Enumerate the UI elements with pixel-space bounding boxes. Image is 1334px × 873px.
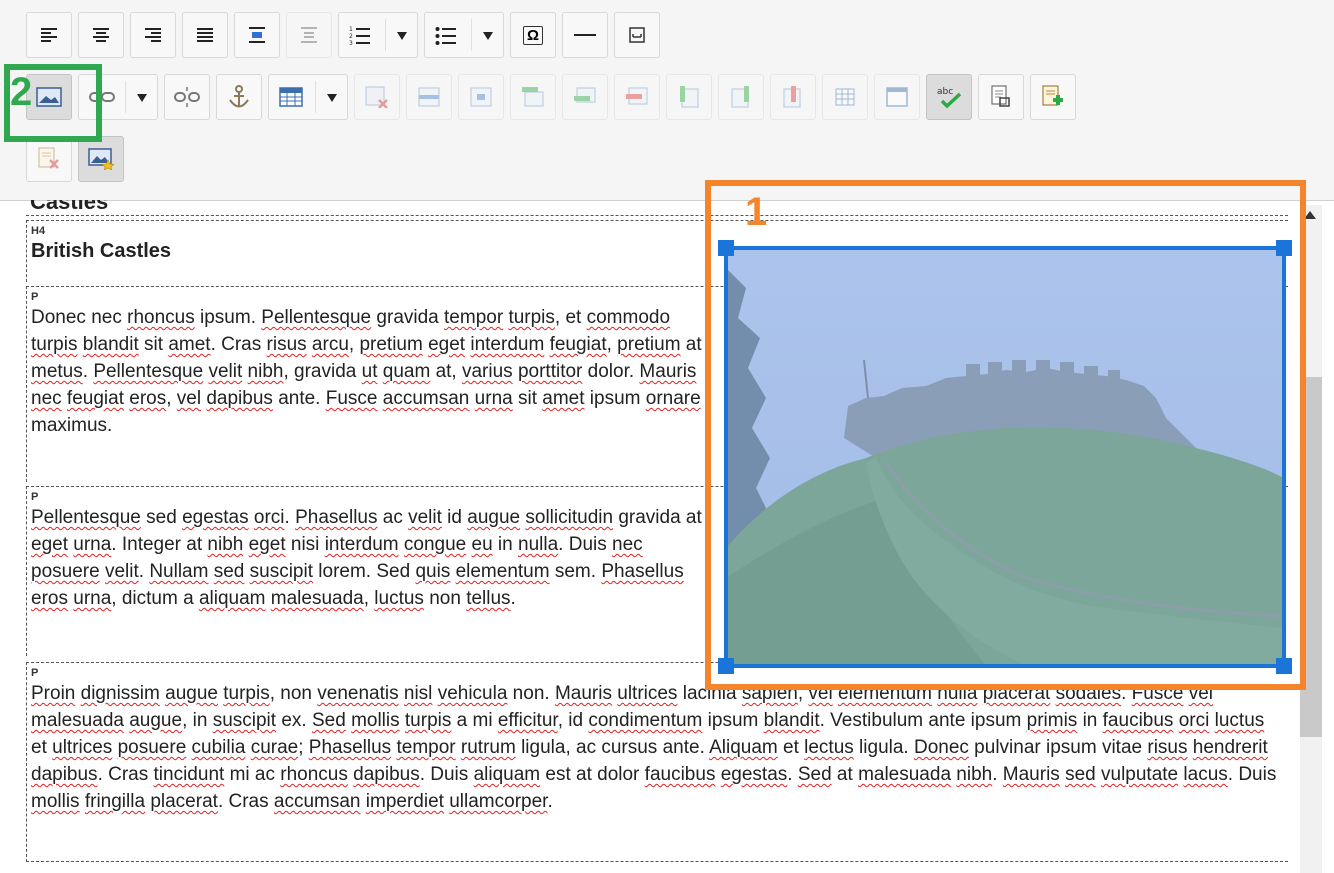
paste-icon bbox=[991, 85, 1010, 107]
template-delete-icon bbox=[38, 147, 59, 169]
delete-template-button[interactable] bbox=[26, 136, 72, 182]
annotation-number-1: 1 bbox=[745, 190, 768, 234]
paragraph-block-3[interactable]: P Proin dignissim augue turpis, non vene… bbox=[26, 662, 1288, 862]
special-character-button[interactable]: Ω bbox=[510, 12, 556, 58]
table-icon bbox=[279, 87, 303, 107]
insert-col-before-button[interactable] bbox=[666, 74, 712, 120]
insert-col-after-icon bbox=[731, 86, 749, 108]
numbered-list-icon: 123 bbox=[349, 26, 370, 45]
merge-cells-button[interactable] bbox=[874, 74, 920, 120]
anchor-icon bbox=[229, 85, 249, 108]
spellcheck-button[interactable]: abc bbox=[926, 74, 972, 120]
horizontal-rule-icon bbox=[574, 34, 596, 36]
outdent-icon bbox=[301, 27, 317, 43]
indent-icon bbox=[249, 27, 265, 43]
bulleted-list-icon bbox=[435, 27, 456, 45]
svg-text:1: 1 bbox=[349, 26, 353, 33]
paragraph-3-text: Proin dignissim augue turpis, non venena… bbox=[31, 683, 1277, 812]
insert-col-before-icon bbox=[680, 86, 699, 108]
paste-button[interactable] bbox=[978, 74, 1024, 120]
indent-button[interactable] bbox=[234, 12, 280, 58]
delete-col-icon bbox=[783, 86, 801, 108]
horizontal-rule-button[interactable] bbox=[562, 12, 608, 58]
table-grid-icon bbox=[835, 88, 855, 106]
chevron-down-icon[interactable] bbox=[483, 32, 493, 40]
svg-text:3: 3 bbox=[349, 40, 353, 45]
insert-row-before-icon bbox=[522, 87, 544, 107]
image-star-icon bbox=[88, 148, 114, 170]
dropdown-separator bbox=[315, 81, 316, 113]
anchor-button[interactable] bbox=[216, 74, 262, 120]
align-center-button[interactable] bbox=[78, 12, 124, 58]
delete-table-icon bbox=[365, 86, 388, 108]
delete-col-button[interactable] bbox=[770, 74, 816, 120]
page-break-icon bbox=[629, 27, 645, 43]
align-right-button[interactable] bbox=[130, 12, 176, 58]
table-cell-icon bbox=[470, 87, 492, 107]
merge-cells-icon bbox=[886, 87, 908, 107]
delete-row-button[interactable] bbox=[614, 74, 660, 120]
insert-row-after-button[interactable] bbox=[562, 74, 608, 120]
insert-row-after-icon bbox=[574, 87, 596, 103]
svg-text:abc: abc bbox=[937, 87, 953, 97]
align-left-button[interactable] bbox=[26, 12, 72, 58]
insert-row-before-button[interactable] bbox=[510, 74, 556, 120]
toolbar-row-3 bbox=[26, 136, 130, 182]
annotation-box-1 bbox=[705, 180, 1306, 690]
chevron-down-icon[interactable] bbox=[397, 32, 407, 40]
numbered-list-dropdown[interactable]: 123 bbox=[338, 12, 418, 58]
delete-row-icon bbox=[626, 87, 648, 105]
page-break-button[interactable] bbox=[614, 12, 660, 58]
bulleted-list-dropdown[interactable] bbox=[424, 12, 504, 58]
paragraph-1-text: Donec nec rhoncus ipsum. Pellentesque gr… bbox=[31, 307, 702, 436]
dropdown-separator bbox=[471, 19, 472, 51]
chevron-down-icon[interactable] bbox=[137, 94, 147, 102]
toolbar-row-2: abc bbox=[26, 74, 1082, 120]
table-cell-props-button[interactable] bbox=[458, 74, 504, 120]
table-row-props-button[interactable] bbox=[406, 74, 452, 120]
align-left-icon bbox=[41, 28, 57, 42]
align-justify-button[interactable] bbox=[182, 12, 228, 58]
unlink-button[interactable] bbox=[164, 74, 210, 120]
outdent-button[interactable] bbox=[286, 12, 332, 58]
table-dropdown[interactable] bbox=[268, 74, 348, 120]
align-center-icon bbox=[93, 28, 109, 42]
svg-text:2: 2 bbox=[349, 33, 353, 40]
insert-col-after-button[interactable] bbox=[718, 74, 764, 120]
add-template-button[interactable] bbox=[1030, 74, 1076, 120]
table-row-icon bbox=[418, 87, 440, 107]
paragraph-2-text: Pellentesque sed egestas orci. Phasellus… bbox=[31, 507, 702, 609]
chevron-down-icon[interactable] bbox=[327, 94, 337, 102]
template-add-icon bbox=[1042, 85, 1063, 106]
image-gallery-button[interactable] bbox=[78, 136, 124, 182]
spellcheck-icon: abc bbox=[937, 87, 962, 109]
delete-table-button[interactable] bbox=[354, 74, 400, 120]
dropdown-separator bbox=[125, 81, 126, 113]
editor-toolbar: 123 Ω abc bbox=[0, 0, 1334, 201]
omega-icon: Ω bbox=[522, 25, 544, 45]
annotation-number-2: 2 bbox=[10, 70, 33, 114]
split-cells-button[interactable] bbox=[822, 74, 868, 120]
dropdown-separator bbox=[385, 19, 386, 51]
unlink-icon bbox=[174, 87, 200, 107]
align-right-icon bbox=[145, 28, 161, 42]
align-justify-icon bbox=[197, 28, 213, 42]
toolbar-row-1: 123 Ω bbox=[26, 12, 666, 58]
